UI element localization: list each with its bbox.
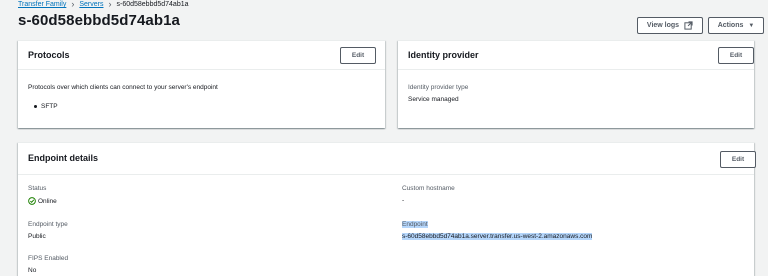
identity-title: Identity provider bbox=[408, 50, 479, 60]
endpoint-type-value: Public bbox=[28, 233, 46, 240]
status-indicator: Online bbox=[28, 197, 57, 205]
protocols-card: Protocols Edit Protocols over which clie… bbox=[18, 40, 385, 128]
breadcrumb: Transfer Family › Servers › s-60d58ebbd5… bbox=[18, 0, 189, 9]
caret-down-icon: ▼ bbox=[748, 22, 755, 29]
identity-type-label: Identity provider type bbox=[408, 84, 469, 91]
protocol-list-item: SFTP bbox=[34, 103, 58, 110]
chevron-right-icon: › bbox=[108, 0, 112, 9]
fips-value: No bbox=[28, 267, 37, 274]
endpoint-title: Endpoint details bbox=[28, 153, 99, 163]
endpoint-type-label: Endpoint type bbox=[28, 221, 68, 228]
breadcrumb-current: s-60d58ebbd5d74ab1a bbox=[116, 1, 189, 8]
actions-dropdown-button[interactable]: Actions ▼ bbox=[708, 17, 764, 34]
breadcrumb-link-servers[interactable]: Servers bbox=[79, 1, 103, 8]
protocols-title: Protocols bbox=[28, 50, 70, 60]
identity-card-header: Identity provider Edit bbox=[398, 41, 754, 70]
external-link-icon bbox=[684, 21, 693, 30]
status-value: Online bbox=[38, 197, 57, 205]
identity-edit-button[interactable]: Edit bbox=[718, 47, 754, 64]
endpoint-card-header: Endpoint details Edit bbox=[18, 143, 756, 175]
protocol-name: SFTP bbox=[41, 103, 58, 110]
actions-label: Actions bbox=[717, 22, 744, 29]
fips-label: FIPS Enabled bbox=[28, 255, 69, 262]
status-label: Status bbox=[28, 185, 47, 192]
custom-hostname-label: Custom hostname bbox=[402, 185, 455, 192]
page-title: s-60d58ebbd5d74ab1a bbox=[18, 12, 180, 29]
endpoint-edit-button[interactable]: Edit bbox=[720, 151, 756, 168]
status-check-icon bbox=[28, 197, 36, 205]
identity-type-value: Service managed bbox=[408, 96, 459, 103]
protocols-card-header: Protocols Edit bbox=[18, 41, 385, 70]
endpoint-value[interactable]: s-60d58ebbd5d74ab1a.server.transfer.us-w… bbox=[402, 233, 593, 240]
chevron-right-icon: › bbox=[71, 0, 75, 9]
endpoint-details-card: Endpoint details Edit Status Online Endp… bbox=[18, 142, 756, 276]
custom-hostname-value: - bbox=[402, 197, 405, 204]
endpoint-label: Endpoint bbox=[402, 221, 428, 228]
protocols-description: Protocols over which clients can connect… bbox=[28, 84, 218, 91]
bullet-icon bbox=[34, 105, 37, 108]
protocols-edit-button[interactable]: Edit bbox=[340, 47, 376, 64]
identity-provider-card: Identity provider Edit Identity provider… bbox=[398, 40, 754, 128]
view-logs-button[interactable]: View logs bbox=[637, 17, 703, 34]
view-logs-label: View logs bbox=[646, 22, 680, 29]
breadcrumb-link-transfer-family[interactable]: Transfer Family bbox=[18, 1, 66, 8]
